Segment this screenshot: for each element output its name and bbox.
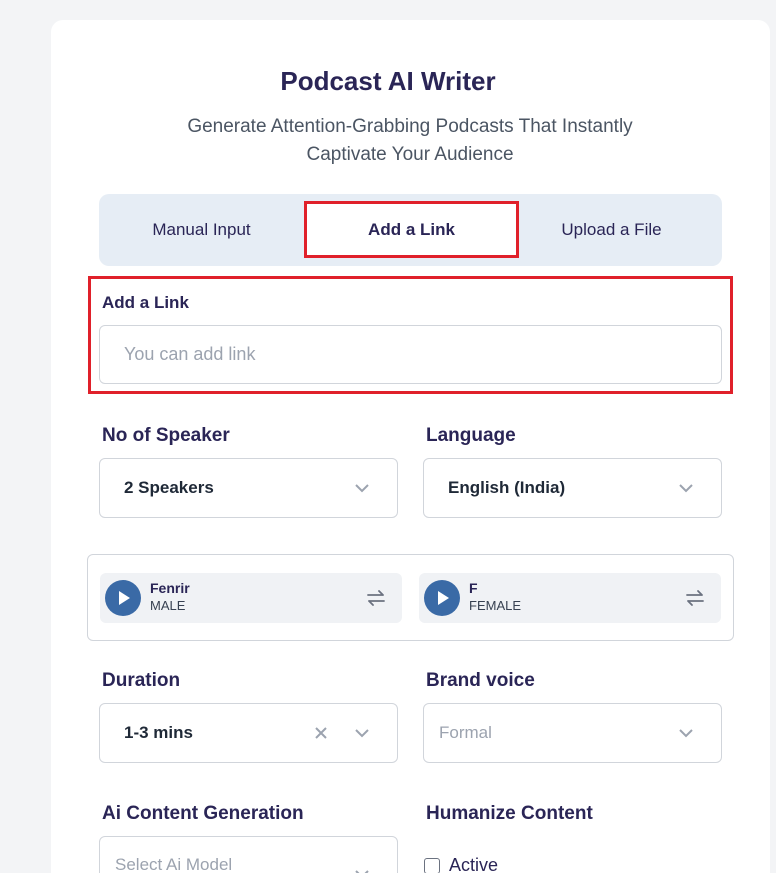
brand-voice-placeholder: Formal — [439, 723, 492, 742]
page-title: Podcast AI Writer — [280, 66, 496, 96]
play-icon — [119, 591, 130, 605]
tab-add-a-link[interactable]: Add a Link — [304, 201, 519, 258]
language-label: Language — [426, 425, 516, 446]
brand-voice-select[interactable]: Formal — [423, 703, 722, 763]
voice-name: Fenrir — [150, 580, 190, 596]
swap-icon[interactable] — [684, 587, 706, 609]
speaker-count-value: 2 Speakers — [124, 478, 214, 497]
voice-card: F FEMALE — [419, 573, 721, 623]
chevron-down-icon — [355, 870, 369, 873]
language-value: English (India) — [448, 478, 566, 497]
ai-model-placeholder: Select Ai Model — [115, 855, 233, 873]
speaker-count-select[interactable]: 2 Speakers — [99, 458, 398, 518]
duration-value: 1-3 mins — [124, 723, 193, 742]
speaker-count-label: No of Speaker — [102, 425, 230, 446]
tab-upload-a-file[interactable]: Upload a File — [509, 194, 714, 266]
chevron-down-icon — [355, 729, 369, 738]
play-icon — [438, 591, 449, 605]
duration-select[interactable]: 1-3 mins — [99, 703, 398, 763]
chevron-down-icon — [679, 729, 693, 738]
humanize-checkbox-label[interactable]: Active — [449, 855, 498, 873]
link-input[interactable] — [99, 325, 722, 384]
voice-gender: MALE — [150, 598, 186, 613]
chevron-down-icon — [355, 484, 369, 493]
page-subtitle: Generate Attention-Grabbing Podcasts Tha… — [187, 116, 633, 165]
humanize-label: Humanize Content — [426, 803, 593, 824]
voice-panel: Fenrir MALE F FEMALE — [87, 554, 734, 641]
link-label: Add a Link — [102, 293, 189, 312]
voice-card: Fenrir MALE — [100, 573, 402, 623]
input-mode-tabs: Manual Input Add a Link Upload a File — [99, 194, 722, 266]
play-voice-button[interactable] — [105, 580, 141, 616]
humanize-checkbox[interactable] — [424, 858, 440, 873]
swap-icon[interactable] — [365, 587, 387, 609]
duration-label: Duration — [102, 670, 181, 691]
voice-gender: FEMALE — [469, 598, 522, 613]
brand-voice-label: Brand voice — [426, 670, 535, 691]
chevron-down-icon — [679, 484, 693, 493]
language-select[interactable]: English (India) — [423, 458, 722, 518]
tab-manual-input[interactable]: Manual Input — [99, 194, 304, 266]
play-voice-button[interactable] — [424, 580, 460, 616]
close-icon[interactable] — [313, 725, 329, 741]
ai-model-select[interactable]: Select Ai Model — [99, 836, 398, 873]
ai-content-label: Ai Content Generation — [102, 803, 304, 824]
voice-name: F — [469, 580, 478, 596]
